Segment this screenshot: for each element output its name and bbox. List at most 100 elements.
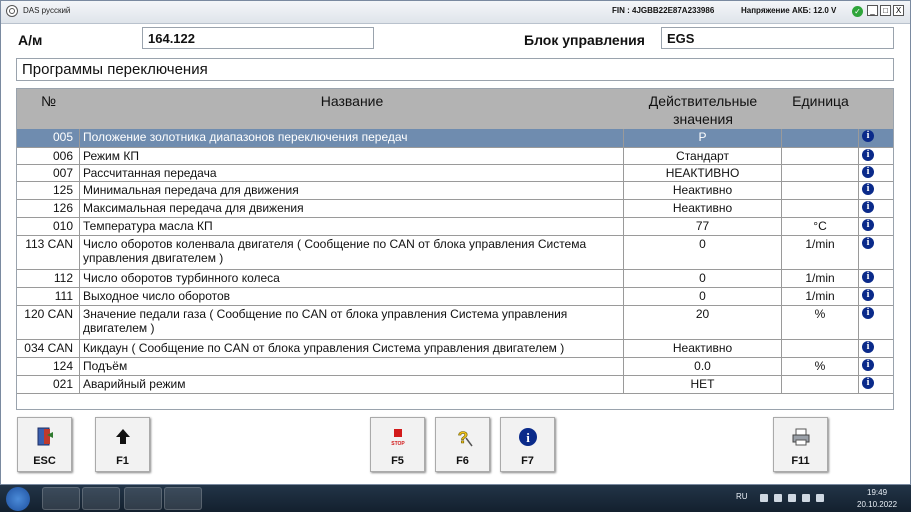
row-info-cell: i bbox=[859, 376, 893, 394]
svg-text:?: ? bbox=[458, 428, 468, 447]
help-question-icon: ? bbox=[458, 428, 473, 447]
table-row[interactable]: 111 Выходное число оборотов 0 1/min i bbox=[17, 288, 893, 306]
info-icon[interactable]: i bbox=[862, 149, 874, 161]
row-unit bbox=[782, 376, 859, 394]
flag-icon[interactable] bbox=[774, 494, 782, 502]
row-actual-value: Стандарт bbox=[624, 148, 782, 165]
info-icon[interactable]: i bbox=[862, 130, 874, 142]
values-table: № Название Действительные значения Едини… bbox=[16, 88, 894, 410]
row-number: 007 bbox=[17, 165, 80, 182]
table-row[interactable]: 120 CAN Значение педали газа ( Сообщение … bbox=[17, 306, 893, 340]
exit-door-icon bbox=[37, 427, 53, 446]
explorer-icon[interactable] bbox=[42, 487, 80, 510]
row-unit bbox=[782, 148, 859, 165]
network-icon[interactable] bbox=[788, 494, 796, 502]
minimize-button[interactable]: _ bbox=[867, 5, 878, 16]
f6-button-label: F6 bbox=[456, 455, 469, 467]
power-icon[interactable] bbox=[816, 494, 824, 502]
table-row[interactable]: 007 Рассчитанная передача НЕАКТИВНО i bbox=[17, 165, 893, 182]
info-icon[interactable]: i bbox=[862, 183, 874, 195]
row-name: Подъём bbox=[80, 358, 624, 376]
col-actual-header: Действительные значения bbox=[624, 92, 782, 128]
language-indicator[interactable]: RU bbox=[736, 492, 748, 501]
info-icon[interactable]: i bbox=[862, 201, 874, 213]
row-actual-value: 0 bbox=[624, 288, 782, 306]
f1-button[interactable]: F1 bbox=[95, 417, 150, 472]
f1-button-label: F1 bbox=[116, 455, 129, 467]
row-info-cell: i bbox=[859, 218, 893, 236]
row-info-cell: i bbox=[859, 306, 893, 340]
row-unit: 1/min bbox=[782, 236, 859, 270]
row-actual-value: Неактивно bbox=[624, 182, 782, 200]
row-actual-value: 0.0 bbox=[624, 358, 782, 376]
info-icon[interactable]: i bbox=[862, 359, 874, 371]
windows-start-icon[interactable] bbox=[6, 487, 30, 511]
f7-button[interactable]: i F7 bbox=[500, 417, 555, 472]
row-info-cell: i bbox=[859, 182, 893, 200]
row-name: Значение педали газа ( Сообщение по CAN … bbox=[80, 306, 624, 340]
col-unit-header: Единица bbox=[792, 93, 849, 109]
close-button[interactable]: X bbox=[893, 5, 904, 16]
row-name: Число оборотов турбинного колеса bbox=[80, 270, 624, 288]
row-unit bbox=[782, 200, 859, 218]
title-bar: DAS русский FIN : 4JGBB22E87A233986 Напр… bbox=[1, 1, 910, 24]
clock-date[interactable]: 20.10.2022 bbox=[857, 500, 897, 509]
col-num-header: № bbox=[40, 93, 57, 109]
f6-button[interactable]: ? F6 bbox=[435, 417, 490, 472]
table-row[interactable]: 021 Аварийный режим НЕТ i bbox=[17, 376, 893, 394]
xentry-icon[interactable] bbox=[124, 487, 162, 510]
window-title: DAS русский bbox=[23, 6, 71, 15]
f11-button-label: F11 bbox=[791, 455, 810, 467]
info-icon[interactable]: i bbox=[862, 271, 874, 283]
table-row[interactable]: 010 Температура масла КП 77 °C i bbox=[17, 218, 893, 236]
row-info-cell: i bbox=[859, 129, 893, 148]
row-number: 120 CAN bbox=[17, 306, 80, 340]
row-actual-value: 77 bbox=[624, 218, 782, 236]
row-actual-value: Неактивно bbox=[624, 200, 782, 218]
row-number: 125 bbox=[17, 182, 80, 200]
row-number: 034 CAN bbox=[17, 340, 80, 358]
esc-button-label: ESC bbox=[33, 455, 56, 467]
row-number: 005 bbox=[17, 129, 80, 148]
row-actual-value: НЕАКТИВНО bbox=[624, 165, 782, 182]
col-actual-header-line2: значения bbox=[673, 111, 733, 127]
maximize-button[interactable]: □ bbox=[880, 5, 891, 16]
f7-button-label: F7 bbox=[521, 455, 534, 467]
row-number: 006 bbox=[17, 148, 80, 165]
row-unit: % bbox=[782, 358, 859, 376]
table-row[interactable]: 034 CAN Кикдаун ( Сообщение по CAN от бло… bbox=[17, 340, 893, 358]
clock-time[interactable]: 19:49 bbox=[867, 488, 887, 497]
row-actual-value: НЕТ bbox=[624, 376, 782, 394]
info-icon[interactable]: i bbox=[862, 341, 874, 353]
row-info-cell: i bbox=[859, 340, 893, 358]
row-number: 021 bbox=[17, 376, 80, 394]
das-star-icon[interactable] bbox=[164, 487, 202, 510]
info-icon[interactable]: i bbox=[862, 219, 874, 231]
chrome-icon[interactable] bbox=[82, 487, 120, 510]
table-row[interactable]: 005 Положение золотника диапазонов перекл… bbox=[17, 129, 893, 148]
info-icon[interactable]: i bbox=[862, 377, 874, 389]
info-icon[interactable]: i bbox=[862, 166, 874, 178]
row-name: Минимальная передача для движения bbox=[80, 182, 624, 200]
row-number: 111 bbox=[17, 288, 80, 306]
volume-icon[interactable] bbox=[802, 494, 810, 502]
table-row[interactable]: 126 Максимальная передача для движения Неа… bbox=[17, 200, 893, 218]
table-row[interactable]: 125 Минимальная передача для движения Неак… bbox=[17, 182, 893, 200]
f11-button[interactable]: F11 bbox=[773, 417, 828, 472]
info-icon[interactable]: i bbox=[862, 307, 874, 319]
stop-icon: STOP bbox=[391, 429, 405, 447]
row-unit: % bbox=[782, 306, 859, 340]
info-icon[interactable]: i bbox=[862, 237, 874, 249]
f5-button[interactable]: STOP F5 bbox=[370, 417, 425, 472]
table-row[interactable]: 124 Подъём 0.0% i bbox=[17, 358, 893, 376]
table-row[interactable]: 113 CAN Число оборотов коленвала двигател… bbox=[17, 236, 893, 270]
esc-button[interactable]: ESC bbox=[17, 417, 72, 472]
row-unit bbox=[782, 129, 859, 148]
table-row[interactable]: 112 Число оборотов турбинного колеса 0 1/mi… bbox=[17, 270, 893, 288]
row-number: 126 bbox=[17, 200, 80, 218]
table-row[interactable]: 006 Режим КП Стандарт i bbox=[17, 148, 893, 165]
row-name: Максимальная передача для движения bbox=[80, 200, 624, 218]
tray-expand-icon[interactable] bbox=[760, 494, 768, 502]
info-icon[interactable]: i bbox=[862, 289, 874, 301]
row-name: Выходное число оборотов bbox=[80, 288, 624, 306]
